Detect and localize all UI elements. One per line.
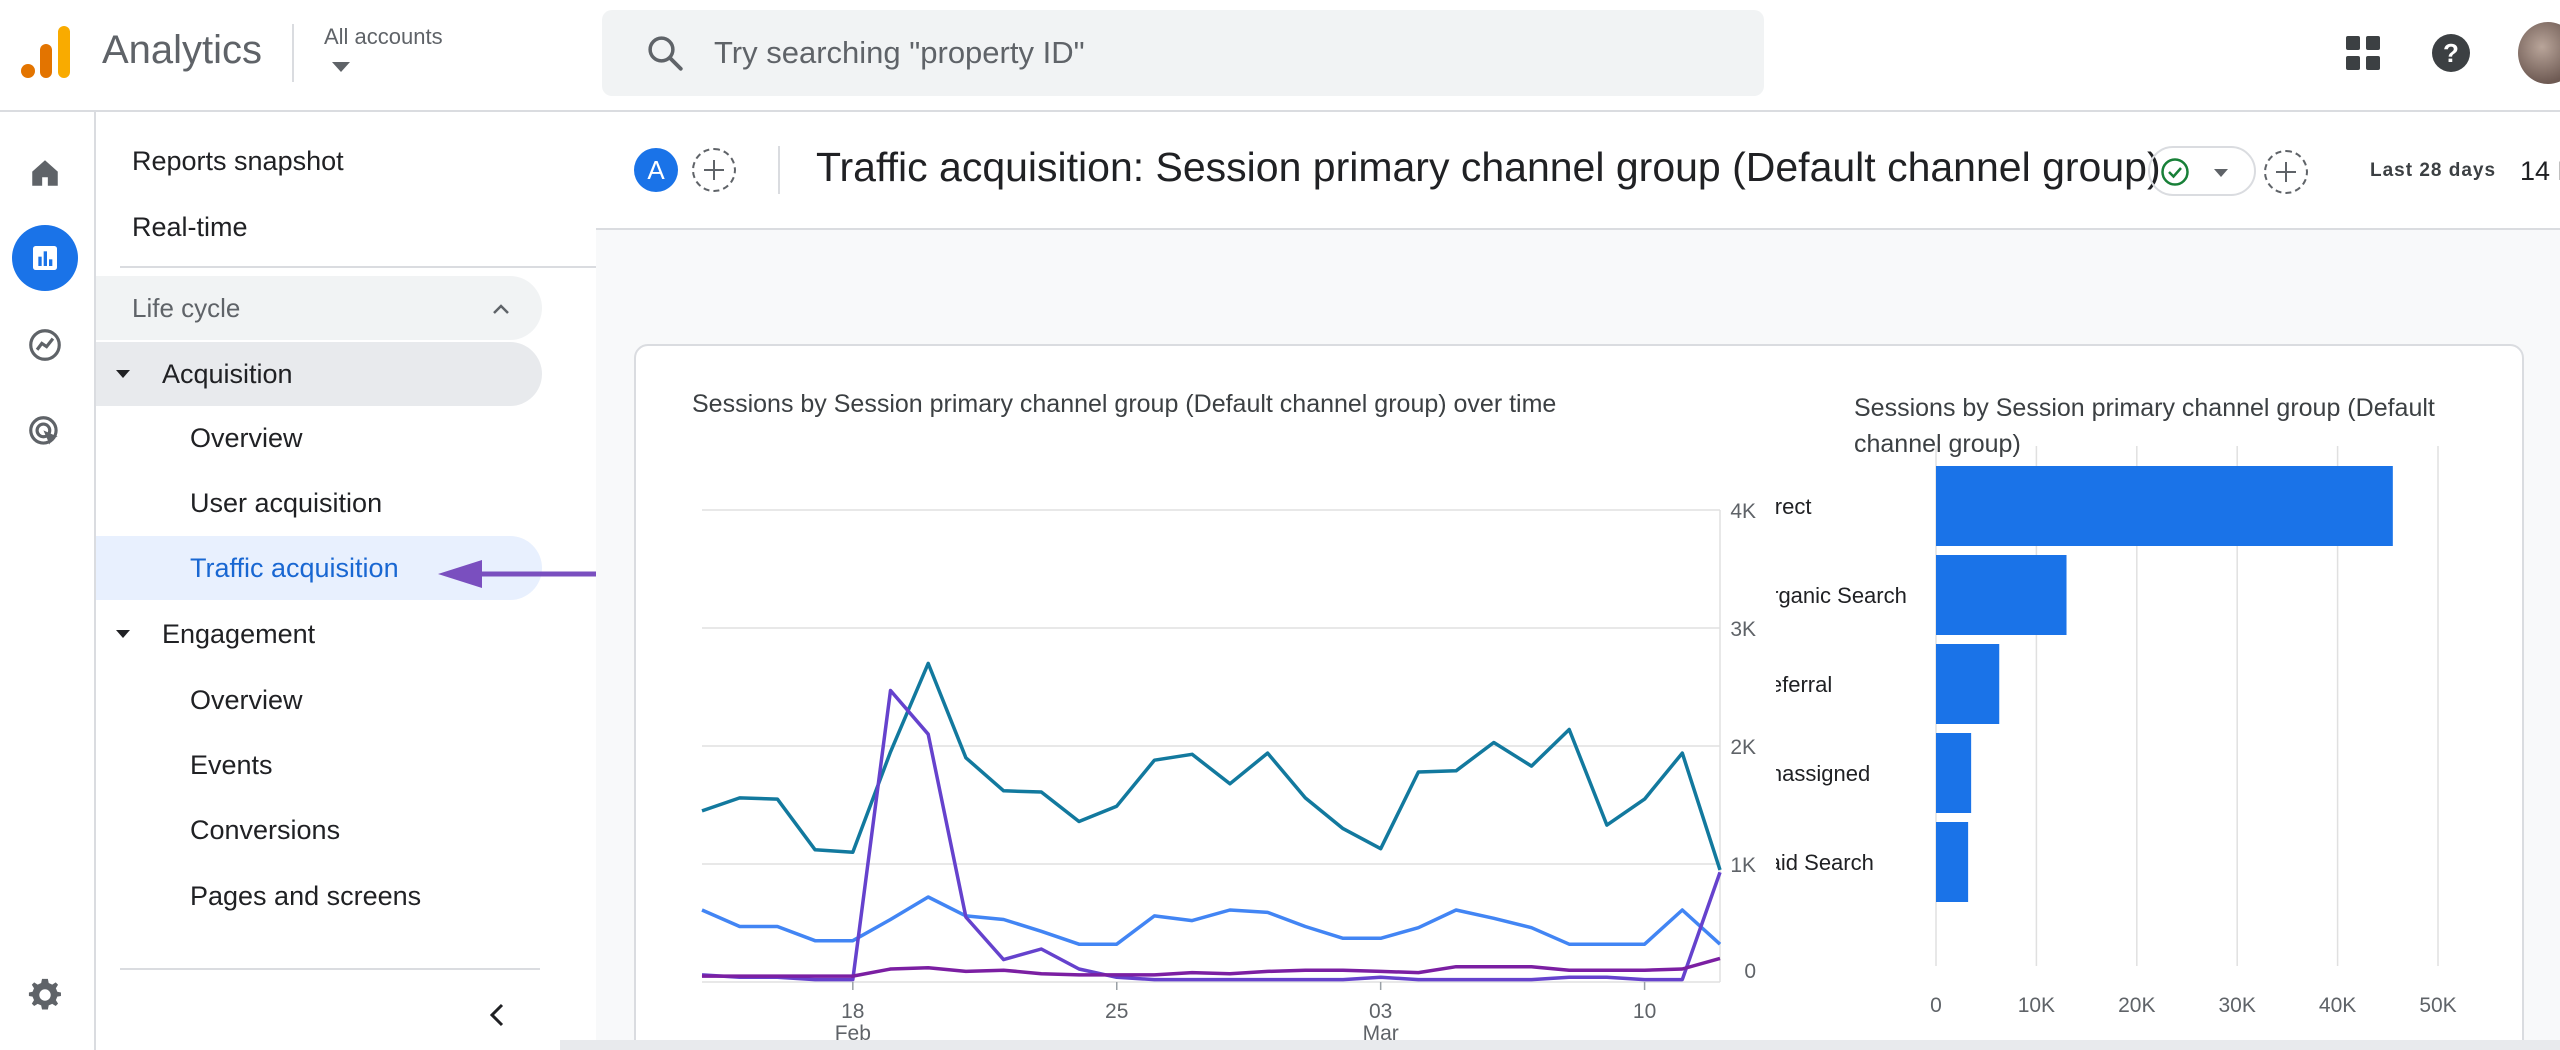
rail-explore-button[interactable] bbox=[12, 312, 78, 378]
advertising-icon bbox=[29, 416, 58, 445]
nav-item-label: Pages and screens bbox=[190, 881, 422, 911]
nav-conversions[interactable]: Conversions bbox=[96, 798, 542, 862]
category-label: Organic Search bbox=[1776, 583, 1907, 608]
group-label: Engagement bbox=[162, 619, 316, 649]
bar-organic-search[interactable] bbox=[1936, 555, 2067, 635]
x-tick-label: 30K bbox=[2219, 994, 2256, 1017]
reports-icon bbox=[33, 246, 57, 270]
x-tick-label: 20K bbox=[2118, 994, 2155, 1017]
settings-icon bbox=[28, 978, 61, 1010]
category-label: Paid Search bbox=[1776, 850, 1874, 875]
home-icon bbox=[32, 160, 58, 186]
nav-user-acquisition[interactable]: User acquisition bbox=[96, 471, 542, 535]
analytics-logo-icon[interactable] bbox=[20, 24, 72, 80]
bar-paid-search[interactable] bbox=[1936, 822, 1969, 902]
y-tick-label: 2K bbox=[1730, 736, 1756, 759]
x-tick-label: 03 bbox=[1369, 1000, 1392, 1023]
top-bar: Analytics All accounts ? bbox=[0, 0, 2560, 112]
divider bbox=[778, 146, 780, 194]
nav-engagement-overview[interactable]: Overview bbox=[96, 668, 542, 732]
add-comparison-button[interactable] bbox=[692, 148, 736, 192]
x-tick-label: 25 bbox=[1105, 1000, 1128, 1023]
series-line-1[interactable] bbox=[701, 661, 1722, 871]
report-header: A Traffic acquisition: Session primary c… bbox=[596, 112, 2560, 230]
section-life-cycle[interactable]: Life cycle bbox=[96, 276, 542, 340]
category-label: Referral bbox=[1776, 672, 1832, 697]
left-rail bbox=[0, 112, 96, 1050]
line-chart[interactable]: 01K2K3K4K18Feb25 03Mar10 bbox=[636, 446, 1776, 1046]
x-tick-label: 18 bbox=[841, 1000, 864, 1023]
nav-reports-snapshot[interactable]: Reports snapshot bbox=[132, 146, 344, 177]
nav-events[interactable]: Events bbox=[96, 733, 542, 797]
help-icon[interactable]: ? bbox=[2430, 32, 2472, 74]
category-label: Direct bbox=[1776, 494, 1811, 519]
bar-direct[interactable] bbox=[1936, 466, 2393, 546]
x-tick-label: 40K bbox=[2319, 994, 2356, 1017]
section-label: Life cycle bbox=[132, 293, 241, 323]
date-range-label[interactable]: Last 28 days bbox=[2370, 160, 2496, 182]
y-tick-label: 1K bbox=[1730, 854, 1756, 877]
apps-grid-icon[interactable] bbox=[2344, 34, 2382, 72]
nav-real-time[interactable]: Real-time bbox=[132, 212, 248, 243]
caret-down-icon bbox=[2214, 169, 2228, 177]
annotation-arrow-icon bbox=[438, 560, 598, 588]
nav-divider bbox=[120, 266, 616, 268]
y-tick-label: 3K bbox=[1730, 618, 1756, 641]
search-input[interactable] bbox=[714, 10, 1714, 96]
x-tick-label: 50K bbox=[2419, 994, 2456, 1017]
explore-icon bbox=[29, 329, 61, 361]
series-line-3[interactable] bbox=[701, 688, 1722, 982]
horizontal-scrollbar[interactable] bbox=[560, 1040, 2560, 1050]
caret-down-icon[interactable] bbox=[332, 62, 350, 72]
page-title: Traffic acquisition: Session primary cha… bbox=[816, 144, 2161, 190]
chevron-up-icon[interactable] bbox=[490, 298, 512, 320]
chevron-left-icon[interactable] bbox=[484, 1000, 510, 1030]
nav-item-label: User acquisition bbox=[190, 488, 383, 518]
rail-settings-button[interactable] bbox=[12, 962, 78, 1028]
divider bbox=[292, 24, 294, 82]
x-tick-label: 10 bbox=[1633, 1000, 1656, 1023]
date-range-value[interactable]: 14 F bbox=[2520, 156, 2560, 187]
nav-acquisition-overview[interactable]: Overview bbox=[96, 406, 542, 470]
group-label: Acquisition bbox=[162, 359, 293, 389]
y-tick-label: 4K bbox=[1730, 500, 1756, 523]
nav-pages-and-screens[interactable]: Pages and screens bbox=[96, 864, 542, 928]
rail-advertising-button[interactable] bbox=[12, 399, 78, 465]
search-icon[interactable] bbox=[644, 32, 686, 74]
x-tick-label: 0 bbox=[1930, 994, 1942, 1017]
nav-item-label: Traffic acquisition bbox=[190, 553, 399, 583]
category-label: Unassigned bbox=[1776, 761, 1870, 786]
nav-group-engagement[interactable]: Engagement bbox=[96, 602, 542, 666]
svg-text:?: ? bbox=[2443, 38, 2459, 68]
line-chart-title: Sessions by Session primary channel grou… bbox=[692, 390, 1557, 418]
rail-home-button[interactable] bbox=[12, 140, 78, 206]
nav-item-label: Conversions bbox=[190, 815, 341, 845]
bar-unassigned[interactable] bbox=[1936, 733, 1972, 813]
bar-referral[interactable] bbox=[1936, 644, 2000, 724]
nav-item-label: Overview bbox=[190, 685, 303, 715]
status-dropdown[interactable] bbox=[2148, 146, 2256, 196]
main-content: A Traffic acquisition: Session primary c… bbox=[596, 112, 2560, 1050]
nav-group-acquisition[interactable]: Acquisition bbox=[96, 342, 542, 406]
avatar[interactable] bbox=[2518, 22, 2560, 84]
y-tick-label: 0 bbox=[1744, 960, 1756, 983]
bar-chart[interactable]: 0 10K 20K 30K 40K 50K Direct Organic Search Refe… bbox=[1776, 446, 2516, 1046]
app-name: Analytics bbox=[102, 28, 263, 72]
nav-item-label: Events bbox=[190, 750, 273, 780]
caret-down-icon bbox=[116, 370, 130, 378]
nav-item-label: Overview bbox=[190, 423, 303, 453]
comparison-badge[interactable]: A bbox=[634, 148, 678, 192]
rail-reports-button[interactable] bbox=[12, 225, 78, 291]
check-circle-icon bbox=[2161, 158, 2189, 186]
series-line-2[interactable] bbox=[701, 895, 1722, 946]
x-tick-label: 10K bbox=[2018, 994, 2055, 1017]
search-bar[interactable] bbox=[602, 10, 1764, 96]
chart-card: Sessions by Session primary channel grou… bbox=[634, 344, 2524, 1050]
account-selector-label[interactable]: All accounts bbox=[324, 24, 443, 50]
add-button[interactable] bbox=[2264, 150, 2308, 194]
caret-down-icon bbox=[116, 630, 130, 638]
nav-divider bbox=[120, 968, 540, 970]
